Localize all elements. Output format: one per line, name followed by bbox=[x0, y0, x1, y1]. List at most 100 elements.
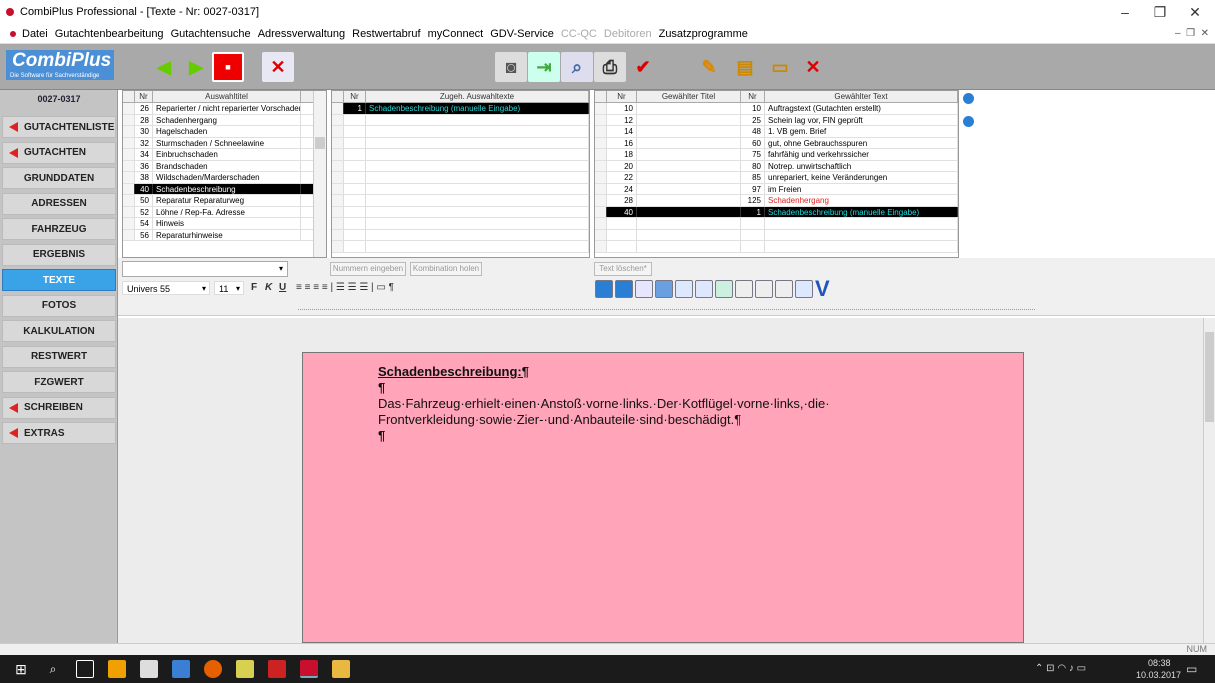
menu-item[interactable]: Datei bbox=[22, 28, 48, 40]
sidebar-item-gutachten[interactable]: GUTACHTEN bbox=[2, 141, 116, 164]
table-row[interactable]: 10 10 Auftragstext (Gutachten erstellt) bbox=[595, 103, 958, 115]
gewaehlte-texte-grid[interactable]: Nr Gewählter Titel Nr Gewählter Text 10 1… bbox=[594, 90, 959, 258]
menu-item[interactable]: Gutachtensuche bbox=[171, 28, 251, 40]
menu-item[interactable]: CC-QC bbox=[561, 28, 597, 40]
search-icon[interactable]: ⌕ bbox=[44, 660, 62, 678]
file-explorer-icon[interactable] bbox=[332, 660, 350, 678]
wrench-icon[interactable] bbox=[635, 280, 653, 298]
sidebar-item-grunddaten[interactable]: GRUNDDATEN bbox=[2, 167, 116, 189]
table-row[interactable]: 32 Sturmschaden / Schneelawine bbox=[123, 137, 326, 149]
table-row[interactable]: 40 Schadenbeschreibung bbox=[123, 183, 326, 195]
table-row[interactable]: 28 125 Schadenhergang bbox=[595, 195, 958, 207]
menu-item[interactable]: Gutachtenbearbeitung bbox=[55, 28, 164, 40]
preview-icon[interactable]: ⌕ bbox=[561, 52, 593, 82]
close-icon[interactable]: ✕ bbox=[1175, 2, 1215, 22]
table-row[interactable] bbox=[332, 126, 589, 138]
scroll-thumb[interactable] bbox=[1205, 332, 1214, 422]
table-row[interactable]: 54 Hinweis bbox=[123, 218, 326, 230]
table-row[interactable] bbox=[332, 149, 589, 161]
table-row[interactable] bbox=[332, 114, 589, 126]
kombination-holen-button[interactable]: Kombination holen bbox=[410, 262, 482, 276]
sidebar-item-ergebnis[interactable]: ERGEBNIS bbox=[2, 243, 116, 266]
table-row[interactable] bbox=[332, 172, 589, 184]
forward-arrow-icon[interactable]: ▶ bbox=[180, 52, 212, 82]
table-row[interactable] bbox=[332, 160, 589, 172]
save-icon[interactable]: ▪ bbox=[212, 52, 244, 82]
notepad-icon[interactable] bbox=[236, 660, 254, 678]
document-scrollbar[interactable] bbox=[1203, 318, 1215, 643]
app-icon[interactable] bbox=[140, 660, 158, 678]
mdi-controls[interactable]: – ❐ ✕ bbox=[1175, 28, 1209, 39]
table-row[interactable]: 38 Wildschaden/Marderschaden bbox=[123, 172, 326, 184]
menu-item[interactable]: GDV-Service bbox=[490, 28, 554, 40]
move-down-icon[interactable] bbox=[963, 116, 974, 127]
table-row[interactable] bbox=[595, 241, 958, 253]
insert-icon[interactable] bbox=[695, 280, 713, 298]
font-select[interactable]: Univers 55 ▾ bbox=[122, 281, 210, 295]
sidebar-item-adressen[interactable]: ADRESSEN bbox=[2, 192, 116, 215]
table-row[interactable]: 1 Schadenbeschreibung (manuelle Eingabe) bbox=[332, 103, 589, 115]
sidebar-item-schreiben[interactable]: SCHREIBEN bbox=[2, 396, 116, 419]
table-row[interactable] bbox=[595, 229, 958, 241]
minimize-icon[interactable]: – bbox=[1105, 2, 1145, 22]
italic-button[interactable]: K bbox=[265, 282, 272, 293]
document-page[interactable]: Schadenbeschreibung:¶ ¶ Das·Fahrzeug·erh… bbox=[302, 352, 1024, 643]
redo-icon[interactable] bbox=[615, 280, 633, 298]
table-row[interactable]: 12 25 Schein lag vor, FIN geprüft bbox=[595, 114, 958, 126]
bold-button[interactable]: F bbox=[251, 282, 257, 293]
field-icon[interactable] bbox=[735, 280, 753, 298]
menu-item[interactable]: myConnect bbox=[428, 28, 484, 40]
sidebar-item-fzgwert[interactable]: FZGWERT bbox=[2, 371, 116, 393]
folder-icon[interactable]: ▭ bbox=[764, 52, 796, 82]
menu-item[interactable]: Restwertabruf bbox=[352, 28, 420, 40]
table-row[interactable] bbox=[332, 218, 589, 230]
app-icon[interactable] bbox=[172, 660, 190, 678]
table-row[interactable]: 24 97 im Freien bbox=[595, 183, 958, 195]
font-size-select[interactable]: 11 ▾ bbox=[214, 281, 244, 295]
restore-icon[interactable]: ❐ bbox=[1140, 2, 1180, 22]
table-row[interactable] bbox=[595, 218, 958, 230]
table-row[interactable]: 40 1 Schadenbeschreibung (manuelle Eingabe… bbox=[595, 206, 958, 218]
windows-start-icon[interactable]: ⊞ bbox=[12, 660, 30, 678]
sidebar-item-kalkulation[interactable]: KALKULATION bbox=[2, 320, 116, 342]
table-icon[interactable] bbox=[675, 280, 693, 298]
auswahltexte-grid[interactable]: Nr Zugeh. Auswahltexte 1 Schadenbeschreib… bbox=[331, 90, 590, 258]
table-row[interactable]: 34 Einbruchschaden bbox=[123, 149, 326, 161]
image-icon[interactable] bbox=[775, 280, 793, 298]
undo-icon[interactable] bbox=[595, 280, 613, 298]
auswahltitel-grid[interactable]: Nr Auswahltitel 26 Reparierter / nicht re… bbox=[122, 90, 327, 258]
text-combo[interactable]: ▾ bbox=[122, 261, 288, 277]
firefox-icon[interactable] bbox=[204, 660, 222, 678]
close-document-icon[interactable]: ✕ bbox=[797, 52, 829, 82]
table-row[interactable]: 30 Hagelschaden bbox=[123, 126, 326, 138]
print-icon[interactable]: ⎙ bbox=[594, 52, 626, 82]
table-row[interactable]: 20 80 Notrep. unwirtschaftlich bbox=[595, 160, 958, 172]
menu-item[interactable]: Zusatzprogramme bbox=[659, 28, 748, 40]
scroll-thumb[interactable] bbox=[315, 137, 325, 149]
sidebar-item-texte[interactable]: TEXTE bbox=[2, 269, 116, 291]
grid-scrollbar[interactable] bbox=[313, 91, 326, 257]
align-buttons[interactable]: ≡ ≡ ≡ ≡ | ☰ ☰ ☰ | ▭ ¶ bbox=[296, 282, 394, 293]
underline-button[interactable]: U bbox=[279, 282, 286, 293]
back-arrow-icon[interactable]: ◀ bbox=[148, 52, 180, 82]
table-row[interactable]: 16 60 gut, ohne Gebrauchsspuren bbox=[595, 137, 958, 149]
export-icon[interactable]: ⇥ bbox=[528, 52, 560, 82]
table-row[interactable]: 28 Schadenhergang bbox=[123, 114, 326, 126]
mail-merge-icon[interactable] bbox=[795, 280, 813, 298]
sidebar-item-gutachtenliste[interactable]: GUTACHTENLISTE bbox=[2, 116, 116, 138]
table-row[interactable] bbox=[332, 195, 589, 207]
table-row[interactable]: 22 85 unrepariert, keine Veränderungen bbox=[595, 172, 958, 184]
sidebar-item-restwert[interactable]: RESTWERT bbox=[2, 345, 116, 368]
nummern-eingeben-button[interactable]: Nummern eingeben bbox=[330, 262, 406, 276]
move-up-icon[interactable] bbox=[963, 93, 974, 104]
check-icon[interactable]: ✔ bbox=[627, 52, 659, 82]
table-row[interactable]: 56 Reparaturhinweise bbox=[123, 229, 326, 241]
outlook-icon[interactable] bbox=[108, 660, 126, 678]
sidebar-item-extras[interactable]: EXTRAS bbox=[2, 422, 116, 444]
sidebar-item-fahrzeug[interactable]: FAHRZEUG bbox=[2, 218, 116, 240]
table-row[interactable]: 36 Brandschaden bbox=[123, 160, 326, 172]
table-row[interactable]: 52 Löhne / Rep-Fa. Adresse bbox=[123, 206, 326, 218]
table-row[interactable]: 14 48 1. VB gem. Brief bbox=[595, 126, 958, 138]
table-row[interactable] bbox=[332, 206, 589, 218]
text-loeschen-button[interactable]: Text löschen* bbox=[594, 262, 652, 276]
